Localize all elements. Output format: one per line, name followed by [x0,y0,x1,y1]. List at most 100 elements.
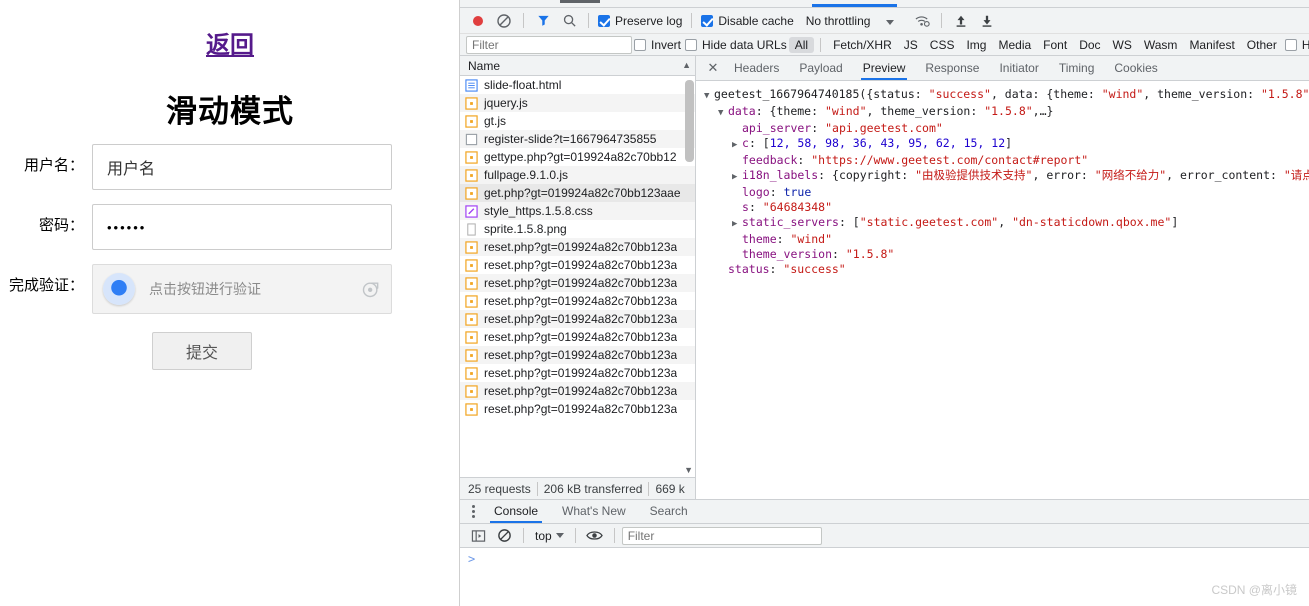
type-filter-doc[interactable]: Doc [1073,37,1106,53]
scroll-up-arrow-icon[interactable]: ▲ [682,60,691,70]
type-filter-manifest[interactable]: Manifest [1183,37,1240,53]
request-row[interactable]: reset.php?gt=019924a82c70bb123a [460,364,695,382]
show-console-sidebar-icon[interactable] [466,525,490,547]
drawer-tab-whats-new[interactable]: What's New [550,500,638,523]
json-line[interactable]: ▶ static_servers: ["static.geetest.com", … [704,215,1309,232]
captcha-slider-button-icon[interactable] [103,273,135,305]
funnel-icon[interactable] [531,10,555,32]
json-line[interactable]: status: "success" [704,262,1309,277]
throttling-caret-icon[interactable] [886,14,895,28]
request-row[interactable]: gettype.php?gt=019924a82c70bb12 [460,148,695,166]
json-line[interactable]: s: "64684348" [704,200,1309,215]
request-row[interactable]: gt.js [460,112,695,130]
request-row[interactable]: reset.php?gt=019924a82c70bb123a [460,274,695,292]
preserve-log-checkbox[interactable]: Preserve log [596,14,684,28]
toolbar-separator-2 [588,13,589,28]
scroll-down-arrow-icon[interactable]: ▼ [684,465,693,475]
hide-data-urls-checkbox[interactable]: Hide data URLs [683,38,789,52]
request-row[interactable]: sprite.1.5.8.png [460,220,695,238]
type-filter-all[interactable]: All [788,36,815,53]
scrollbar-thumb[interactable] [685,80,694,162]
request-list-scrollbar[interactable] [685,76,694,477]
refresh-icon[interactable] [361,279,381,299]
live-expression-icon[interactable] [583,525,607,547]
tab-headers[interactable]: Headers [724,56,789,80]
type-filter-other[interactable]: Other [1241,37,1283,53]
expand-triangle-icon[interactable]: ▼ [718,106,728,121]
request-row[interactable]: fullpage.9.1.0.js [460,166,695,184]
request-row[interactable]: reset.php?gt=019924a82c70bb123a [460,292,695,310]
json-line[interactable]: theme_version: "1.5.8" [704,247,1309,262]
has-blocked-cookies-checkbox[interactable]: Has b [1283,38,1309,52]
type-filter-css[interactable]: CSS [924,37,961,53]
submit-button[interactable]: 提交 [152,332,252,370]
request-row[interactable]: reset.php?gt=019924a82c70bb123a [460,400,695,418]
import-har-icon[interactable] [949,10,973,32]
json-token: "64684348" [762,200,833,214]
export-har-icon[interactable] [975,10,999,32]
throttling-select[interactable]: No throttling [806,14,871,28]
geetest-captcha-widget[interactable]: 点击按钮进行验证 [92,264,392,314]
json-line[interactable]: api_server: "api.geetest.com" [704,121,1309,136]
expand-triangle-icon[interactable]: ▼ [704,89,714,104]
json-line[interactable]: ▼ data: {theme: "wind", theme_version: "1… [704,104,1309,121]
request-row[interactable]: style_https.1.5.8.css [460,202,695,220]
more-options-icon[interactable] [464,505,482,518]
request-row[interactable]: reset.php?gt=019924a82c70bb123a [460,256,695,274]
console-output[interactable]: > [460,548,1309,606]
request-rows[interactable]: slide-float.html jquery.js gt.js register-s… [460,76,695,477]
type-filter-wasm[interactable]: Wasm [1138,37,1184,53]
console-context-select[interactable]: top [531,529,568,543]
type-filter-media[interactable]: Media [992,37,1037,53]
back-link[interactable]: 返回 [0,32,459,59]
network-filter-input[interactable] [466,35,632,54]
preview-json-tree[interactable]: ▼ geetest_1667964740185({status: "success… [696,81,1309,499]
clear-prohibited-icon[interactable] [492,10,516,32]
tab-timing[interactable]: Timing [1049,56,1105,80]
tab-cookies[interactable]: Cookies [1104,56,1167,80]
request-row[interactable]: slide-float.html [460,76,695,94]
json-line[interactable]: logo: true [704,185,1309,200]
clear-console-icon[interactable] [492,525,516,547]
json-token: : [776,232,791,246]
record-circle-icon[interactable] [466,10,490,32]
devtools-tabstrip[interactable] [460,0,1309,8]
username-input[interactable]: 用户名 [92,144,392,190]
type-filter-fetch-xhr[interactable]: Fetch/XHR [827,37,898,53]
console-filter-input[interactable] [621,526,822,545]
request-row[interactable]: register-slide?t=1667964735855 [460,130,695,148]
request-row[interactable]: reset.php?gt=019924a82c70bb123a [460,346,695,364]
json-line[interactable]: ▶ i18n_labels: {copyright: "由极验提供技术支持", e… [704,168,1309,185]
tab-initiator[interactable]: Initiator [989,56,1048,80]
collapse-triangle-icon[interactable]: ▶ [732,217,742,232]
drawer-tab-console[interactable]: Console [482,500,550,523]
request-row[interactable]: reset.php?gt=019924a82c70bb123a [460,328,695,346]
tab-response[interactable]: Response [915,56,989,80]
type-filter-js[interactable]: JS [898,37,924,53]
password-input[interactable]: •••••• [92,204,392,250]
type-filter-ws[interactable]: WS [1107,37,1138,53]
network-conditions-icon[interactable] [910,10,934,32]
request-column-header[interactable]: Name ▲ [460,56,695,76]
invert-checkbox[interactable]: Invert [632,38,683,52]
request-row[interactable]: reset.php?gt=019924a82c70bb123a [460,382,695,400]
request-row[interactable]: reset.php?gt=019924a82c70bb123a [460,310,695,328]
type-filter-font[interactable]: Font [1037,37,1073,53]
tab-payload[interactable]: Payload [789,56,852,80]
request-row[interactable]: jquery.js [460,94,695,112]
drawer-tab-search[interactable]: Search [638,500,700,523]
json-line[interactable]: ▶ c: [12, 58, 98, 36, 43, 95, 62, 15, 12] [704,136,1309,153]
tab-preview[interactable]: Preview [853,56,916,80]
collapse-triangle-icon[interactable]: ▶ [732,138,742,153]
json-line[interactable]: feedback: "https://www.geetest.com/conta… [704,153,1309,168]
json-line[interactable]: ▼ geetest_1667964740185({status: "success… [704,87,1309,104]
json-line[interactable]: theme: "wind" [704,232,1309,247]
request-row[interactable]: get.php?gt=019924a82c70bb123aae [460,184,695,202]
search-icon[interactable] [557,10,581,32]
request-row[interactable]: reset.php?gt=019924a82c70bb123a [460,238,695,256]
json-token: "dn-staticdown.qbox.me" [1012,215,1172,229]
type-filter-img[interactable]: Img [960,37,992,53]
disable-cache-checkbox[interactable]: Disable cache [699,14,795,28]
collapse-triangle-icon[interactable]: ▶ [732,170,742,185]
close-icon[interactable]: ✕ [702,57,724,79]
